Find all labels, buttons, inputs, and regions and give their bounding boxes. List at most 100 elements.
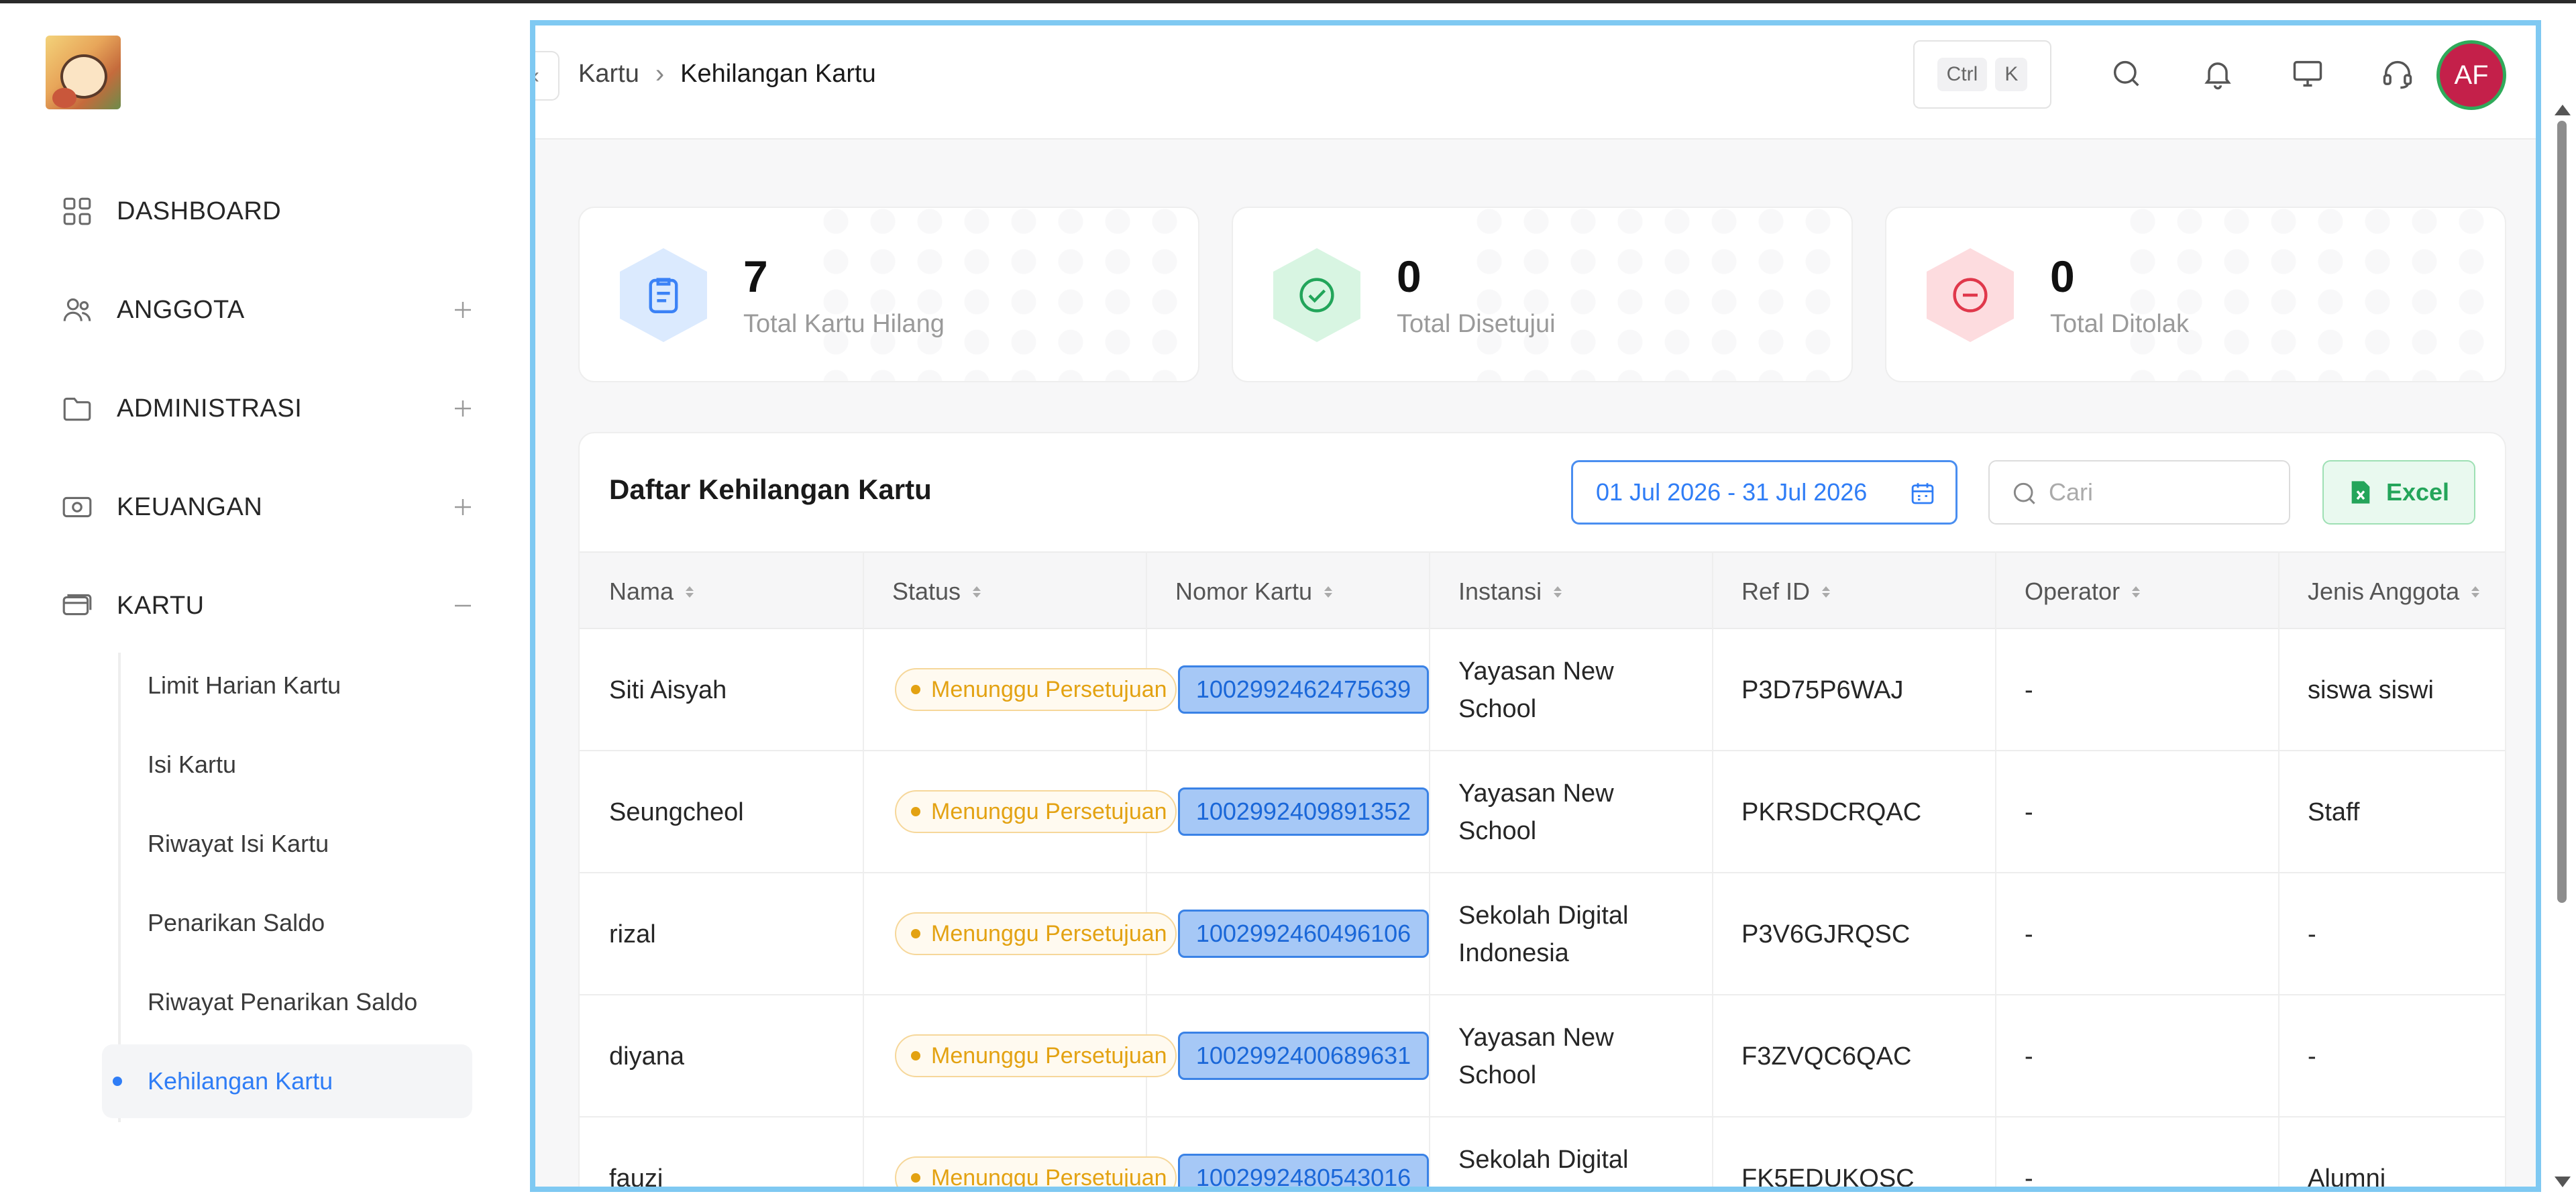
status-badge: Menunggu Persetujuan bbox=[895, 668, 1177, 711]
cell-ref-id: PKRSDCRQAC bbox=[1741, 798, 1922, 826]
table-row[interactable]: fauzi Menunggu Persetujuan 1002992480543… bbox=[580, 1117, 2505, 1192]
column-header-jenis-anggota[interactable]: Jenis Anggota bbox=[2308, 553, 2480, 631]
sidebar-item-anggota[interactable]: ANGGOTA bbox=[59, 283, 475, 337]
main-content: |‹ Kartu › Kehilangan Kartu Ctrl K AF 7 bbox=[530, 20, 2541, 1192]
column-label: Ref ID bbox=[1741, 578, 1811, 605]
search-input[interactable]: Cari bbox=[1988, 460, 2290, 525]
expand-plus-icon[interactable] bbox=[451, 495, 475, 519]
status-dot bbox=[911, 685, 920, 694]
subitem-label: Kehilangan Kartu bbox=[148, 1067, 333, 1095]
excel-file-icon bbox=[2351, 481, 2370, 504]
scrollbar-thumb[interactable] bbox=[2557, 121, 2567, 903]
cell-nama: Seungcheol bbox=[609, 798, 744, 826]
sidebar-subitem-riwayat-penarikan[interactable]: Riwayat Penarikan Saldo bbox=[102, 965, 472, 1039]
headset-icon[interactable] bbox=[2377, 54, 2418, 94]
bell-icon[interactable] bbox=[2198, 54, 2238, 94]
cell-instansi: Yayasan New School bbox=[1458, 629, 1614, 751]
column-header-ref-id[interactable]: Ref ID bbox=[1741, 553, 1831, 631]
status-dot bbox=[911, 807, 920, 816]
column-header-instansi[interactable]: Instansi bbox=[1458, 553, 1562, 631]
expand-plus-icon[interactable] bbox=[451, 396, 475, 421]
sidebar: DASHBOARD ANGGOTA ADMINISTRASI KEUANGAN … bbox=[0, 3, 527, 1200]
table-row[interactable]: Siti Aisyah Menunggu Persetujuan 1002992… bbox=[580, 629, 2505, 751]
stat-label: Total Ditolak bbox=[2050, 310, 2189, 338]
table-header: Nama Status Nomor Kartu Instansi Ref ID … bbox=[580, 551, 2505, 631]
instansi-line: School bbox=[1458, 817, 1537, 845]
sidebar-subitem-penarikan-saldo[interactable]: Penarikan Saldo bbox=[102, 886, 472, 960]
sidebar-subitem-riwayat-isi[interactable]: Riwayat Isi Kartu bbox=[102, 807, 472, 881]
status-dot bbox=[911, 929, 920, 938]
sidebar-subitem-kehilangan-kartu[interactable]: Kehilangan Kartu bbox=[102, 1044, 472, 1118]
sort-icon bbox=[686, 586, 694, 598]
cell-ref-id: P3D75P6WAJ bbox=[1741, 676, 1904, 704]
minus-circle-icon bbox=[1927, 248, 2014, 342]
kbd-k: K bbox=[1995, 58, 2028, 91]
scroll-down-icon[interactable] bbox=[2555, 1177, 2571, 1187]
cell-nama: fauzi bbox=[609, 1164, 663, 1192]
expand-plus-icon[interactable] bbox=[451, 298, 475, 322]
status-badge: Menunggu Persetujuan bbox=[895, 1156, 1177, 1187]
column-header-nama[interactable]: Nama bbox=[609, 553, 694, 631]
sidebar-subitem-limit-harian[interactable]: Limit Harian Kartu bbox=[102, 649, 472, 722]
breadcrumb-current: Kehilangan Kartu bbox=[680, 60, 876, 88]
search-placeholder: Cari bbox=[2049, 478, 2094, 506]
subitem-label: Riwayat Penarikan Saldo bbox=[148, 988, 418, 1016]
lost-card-table-card: Daftar Kehilangan Kartu 01 Jul 2026 - 31… bbox=[578, 432, 2506, 1192]
date-range-picker[interactable]: 01 Jul 2026 - 31 Jul 2026 bbox=[1571, 460, 1957, 525]
cell-operator: - bbox=[2025, 1164, 2033, 1192]
table-row[interactable]: Seungcheol Menunggu Persetujuan 10029924… bbox=[580, 751, 2505, 873]
sidebar-item-administrasi[interactable]: ADMINISTRASI bbox=[59, 382, 475, 435]
cell-operator: - bbox=[2025, 1042, 2033, 1071]
card-number[interactable]: 1002992462475639 bbox=[1178, 665, 1429, 714]
excel-label: Excel bbox=[2385, 478, 2450, 506]
app-logo[interactable] bbox=[46, 36, 121, 109]
cell-jenis-anggota: siswa siswi bbox=[2308, 676, 2434, 704]
cell-jenis-anggota: Staff bbox=[2308, 798, 2360, 826]
column-header-operator[interactable]: Operator bbox=[2025, 553, 2141, 631]
cell-nama: diyana bbox=[609, 1042, 684, 1071]
stat-value: 0 bbox=[2050, 252, 2075, 301]
subitem-label: Isi Kartu bbox=[148, 751, 237, 778]
search-icon[interactable] bbox=[2106, 54, 2147, 94]
sidebar-item-label: KARTU bbox=[117, 591, 205, 620]
page-scrollbar[interactable] bbox=[2553, 105, 2571, 1187]
stat-value: 0 bbox=[1397, 252, 1421, 301]
sidebar-subitem-isi-kartu[interactable]: Isi Kartu bbox=[102, 728, 472, 802]
top-header: |‹ Kartu › Kehilangan Kartu Ctrl K AF bbox=[535, 25, 2536, 140]
cell-operator: - bbox=[2025, 798, 2033, 826]
column-header-status[interactable]: Status bbox=[892, 553, 981, 631]
status-dot bbox=[911, 1051, 920, 1060]
monitor-icon[interactable] bbox=[2288, 54, 2328, 94]
sort-icon bbox=[973, 586, 981, 598]
card-number[interactable]: 1002992460496106 bbox=[1178, 910, 1429, 958]
card-number[interactable]: 1002992409891352 bbox=[1178, 787, 1429, 836]
money-icon bbox=[59, 489, 95, 525]
sort-icon bbox=[2471, 586, 2480, 598]
cell-instansi: Yayasan New School bbox=[1458, 751, 1614, 873]
export-excel-button[interactable]: Excel bbox=[2322, 460, 2475, 525]
breadcrumb-kartu[interactable]: Kartu bbox=[578, 60, 639, 89]
status-text: Menunggu Persetujuan bbox=[931, 798, 1167, 824]
status-badge: Menunggu Persetujuan bbox=[895, 790, 1177, 833]
user-avatar[interactable]: AF bbox=[2436, 40, 2506, 110]
stat-card-total-ditolak: 0 Total Ditolak bbox=[1885, 207, 2506, 382]
card-number[interactable]: 1002992480543016 bbox=[1178, 1154, 1429, 1187]
sidebar-item-kartu[interactable]: KARTU bbox=[59, 579, 475, 633]
users-icon bbox=[59, 292, 95, 328]
card-number[interactable]: 1002992400689631 bbox=[1178, 1032, 1429, 1080]
stat-value: 7 bbox=[743, 252, 768, 301]
sidebar-item-keuangan[interactable]: KEUANGAN bbox=[59, 480, 475, 534]
breadcrumb: Kartu › Kehilangan Kartu bbox=[578, 59, 876, 89]
command-palette-shortcut[interactable]: Ctrl K bbox=[1913, 40, 2051, 109]
hex-pattern bbox=[2129, 208, 2505, 381]
sidebar-item-dashboard[interactable]: DASHBOARD bbox=[59, 184, 475, 238]
column-header-nomor-kartu[interactable]: Nomor Kartu bbox=[1175, 553, 1333, 631]
instansi-line: Indonesia bbox=[1458, 1179, 1569, 1187]
collapse-minus-icon[interactable] bbox=[451, 594, 475, 618]
sidebar-collapse-button[interactable]: |‹ bbox=[535, 51, 559, 101]
sort-icon bbox=[1324, 586, 1333, 598]
instansi-line: Yayasan New bbox=[1458, 657, 1614, 686]
table-row[interactable]: rizal Menunggu Persetujuan 1002992460496… bbox=[580, 873, 2505, 995]
scroll-up-icon[interactable] bbox=[2555, 105, 2571, 115]
table-row[interactable]: diyana Menunggu Persetujuan 100299240068… bbox=[580, 995, 2505, 1117]
